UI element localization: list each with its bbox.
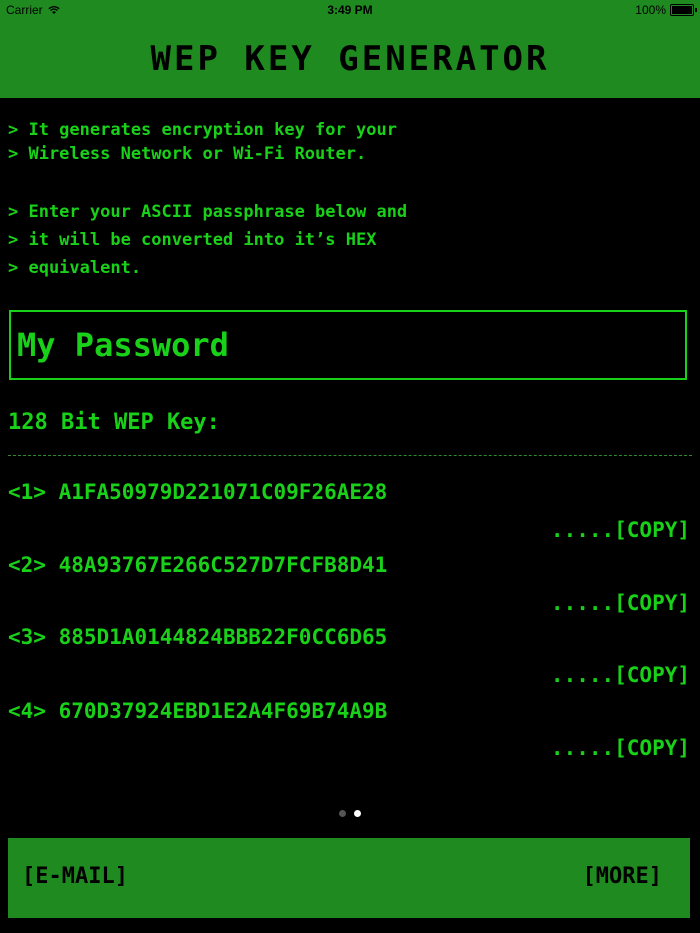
battery-percent: 100% [635,3,666,17]
key-index: <3> [8,625,46,649]
passphrase-field[interactable] [9,310,687,380]
copy-button-1[interactable]: .....[COPY] [551,518,690,542]
key-index: <2> [8,553,46,577]
page-control[interactable] [0,810,700,817]
key-value: 885D1A0144824BBB22F0CC6D65 [58,625,388,649]
page-dot-1[interactable] [339,810,346,817]
copy-button-2[interactable]: .....[COPY] [551,591,690,615]
intro-text: > It generates encryption key for your >… [8,120,407,286]
page-title: WEP KEY GENERATOR [150,39,550,79]
status-bar: Carrier 3:49 PM 100% [0,0,700,20]
footer-bar: [E-MAIL] [MORE] [8,838,690,918]
passphrase-input[interactable] [11,325,685,365]
status-time: 3:49 PM [327,3,373,17]
more-button[interactable]: [MORE] [583,864,662,889]
key-row-2: <2> 48A93767E266C527D7FCFB8D41 [8,553,387,577]
intro-line: > equivalent. [8,258,142,278]
intro-line: > it will be converted into it’s HEX [8,230,377,250]
status-right: 100% [635,3,697,17]
key-section-label: 128 Bit WEP Key: [8,410,220,435]
divider [8,455,692,456]
key-value: 48A93767E266C527D7FCFB8D41 [58,553,388,577]
intro-line: > It generates encryption key for your [8,120,397,140]
key-value: 670D37924EBD1E2A4F69B74A9B [58,699,388,723]
key-row-3: <3> 885D1A0144824BBB22F0CC6D65 [8,625,387,649]
key-index: <4> [8,699,46,723]
key-value: A1FA50979D221071C09F26AE28 [58,480,388,504]
copy-button-4[interactable]: .....[COPY] [551,736,690,760]
key-index: <1> [8,480,46,504]
key-row-4: <4> 670D37924EBD1E2A4F69B74A9B [8,699,387,723]
email-button[interactable]: [E-MAIL] [22,864,128,889]
app-header: WEP KEY GENERATOR [0,20,700,98]
intro-line: > Wireless Network or Wi-Fi Router. [8,144,367,164]
key-row-1: <1> A1FA50979D221071C09F26AE28 [8,480,387,504]
battery-icon [670,4,697,16]
intro-line: > Enter your ASCII passphrase below and [8,202,408,222]
page-dot-2[interactable] [354,810,361,817]
copy-button-3[interactable]: .....[COPY] [551,663,690,687]
